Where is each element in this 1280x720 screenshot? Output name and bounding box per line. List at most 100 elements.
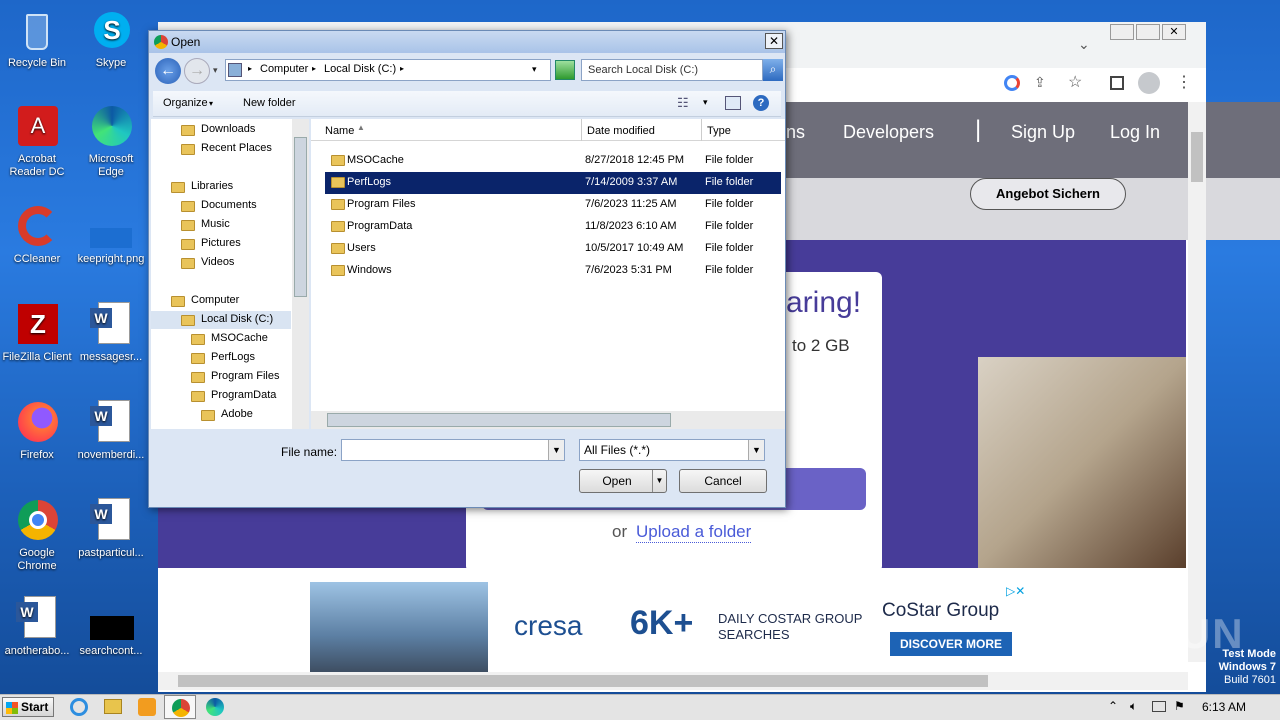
- recent-dropdown-icon[interactable]: ▾: [213, 65, 218, 76]
- forward-arrow-icon[interactable]: →: [184, 58, 210, 84]
- desktop-icon-skype[interactable]: S Skype: [76, 8, 146, 70]
- close-icon[interactable]: ✕: [1162, 24, 1186, 40]
- tab-search-icon[interactable]: ⌄: [1078, 36, 1090, 53]
- view-dropdown-icon[interactable]: ▾: [703, 97, 708, 108]
- profile-avatar[interactable]: [1138, 72, 1160, 94]
- desktop-icon-messages[interactable]: W messagesr...: [76, 302, 146, 364]
- horizontal-scrollbar[interactable]: [158, 672, 1188, 690]
- desktop-icon-anotherabo[interactable]: W anotherabo...: [2, 596, 72, 658]
- address-dropdown-icon[interactable]: ▾: [532, 64, 537, 75]
- nav-item[interactable]: Local Disk (C:): [151, 311, 291, 329]
- nav-item[interactable]: Pictures: [181, 237, 241, 250]
- help-icon[interactable]: ?: [753, 95, 769, 111]
- clock[interactable]: 6:13 AM: [1202, 700, 1246, 714]
- nav-link-developers[interactable]: Developers: [843, 122, 934, 143]
- nav-item[interactable]: PerfLogs: [191, 351, 255, 364]
- file-row[interactable]: Windows 7/6/2023 5:31 PM File folder: [325, 260, 775, 282]
- vertical-scrollbar[interactable]: [1188, 102, 1206, 662]
- refresh-icon[interactable]: [555, 60, 575, 80]
- desktop-icon-recycle-bin[interactable]: Recycle Bin: [2, 8, 72, 70]
- file-row[interactable]: PerfLogs 7/14/2009 3:37 AM File folder: [325, 172, 781, 194]
- nav-item[interactable]: Recent Places: [181, 142, 272, 155]
- navigation-pane[interactable]: Downloads Recent Places Libraries Documents…: [151, 119, 309, 429]
- side-panel-icon[interactable]: [1110, 76, 1124, 90]
- ad-discover-button[interactable]: DISCOVER MORE: [890, 632, 1012, 656]
- minimize-button[interactable]: [1110, 24, 1134, 40]
- cancel-button[interactable]: Cancel: [679, 469, 767, 493]
- desktop-icon-novemberdi[interactable]: W novemberdi...: [76, 400, 146, 462]
- open-button[interactable]: Open ▼: [579, 469, 667, 493]
- bookmark-star-icon[interactable]: ☆: [1068, 72, 1082, 92]
- desktop-icon-edge[interactable]: Microsoft Edge: [76, 104, 146, 179]
- scrollbar-thumb[interactable]: [294, 137, 307, 297]
- nav-item[interactable]: Downloads: [181, 123, 255, 136]
- chevron-down-icon[interactable]: ▼: [548, 440, 564, 460]
- edge-icon[interactable]: [206, 698, 224, 716]
- column-date[interactable]: Date modified: [587, 125, 655, 137]
- dialog-titlebar[interactable]: Open ✕: [149, 31, 785, 53]
- dialog-close-icon[interactable]: ✕: [765, 33, 783, 49]
- nav-item[interactable]: Libraries: [171, 180, 233, 193]
- maximize-button[interactable]: [1136, 24, 1160, 40]
- file-row[interactable]: Program Files 7/6/2023 11:25 AM File folde…: [325, 194, 775, 216]
- menu-kebab-icon[interactable]: ⋮: [1176, 72, 1192, 92]
- view-options-icon[interactable]: ☷: [677, 95, 689, 111]
- new-folder-button[interactable]: New folder: [243, 97, 296, 109]
- file-row[interactable]: ProgramData 11/8/2023 6:10 AM File folder: [325, 216, 775, 238]
- internet-explorer-icon[interactable]: [70, 698, 88, 716]
- nav-item[interactable]: Computer: [171, 294, 239, 307]
- file-hscrollbar[interactable]: [311, 411, 785, 429]
- upload-folder-link[interactable]: Upload a folder: [636, 522, 752, 543]
- desktop-icon-firefox[interactable]: Firefox: [2, 400, 72, 462]
- share-icon[interactable]: ⇪: [1034, 74, 1046, 91]
- nav-item[interactable]: Documents: [181, 199, 257, 212]
- taskbar-chrome-button[interactable]: [164, 695, 196, 719]
- nav-item[interactable]: MSOCache: [191, 332, 268, 345]
- nav-item[interactable]: ProgramData: [191, 389, 276, 402]
- scrollbar-thumb[interactable]: [327, 413, 671, 427]
- chevron-down-icon[interactable]: ▼: [748, 440, 764, 460]
- desktop-icon-pastparticul[interactable]: W pastparticul...: [76, 498, 146, 560]
- column-name[interactable]: Name: [325, 125, 354, 137]
- search-input[interactable]: Search Local Disk (C:): [581, 59, 763, 81]
- file-list[interactable]: Name ▲ Date modified Type MSOCache 8/27/2…: [311, 119, 785, 429]
- back-arrow-icon[interactable]: ←: [155, 58, 181, 84]
- media-player-icon[interactable]: [138, 698, 156, 716]
- search-icon[interactable]: ⌕: [763, 59, 783, 81]
- breadcrumb-local-disk[interactable]: Local Disk (C:): [324, 63, 396, 75]
- nav-scrollbar[interactable]: [292, 119, 309, 429]
- column-type[interactable]: Type: [707, 125, 731, 137]
- nav-link-log-in[interactable]: Log In: [1110, 122, 1160, 143]
- ad-close-icon[interactable]: ▷✕: [1006, 584, 1025, 598]
- desktop-icon-filezilla[interactable]: Z FileZilla Client: [2, 302, 72, 364]
- nav-item[interactable]: Videos: [181, 256, 234, 269]
- action-center-flag-icon[interactable]: ⚑: [1174, 699, 1185, 713]
- file-row[interactable]: MSOCache 8/27/2018 12:45 PM File folder: [325, 150, 775, 172]
- breadcrumb[interactable]: ▸ Computer ▸ Local Disk (C:) ▸ ▾: [225, 59, 551, 81]
- angebot-button[interactable]: Angebot Sichern: [970, 178, 1126, 210]
- file-type-select[interactable]: All Files (*.*) ▼: [579, 439, 765, 461]
- chevron-down-icon[interactable]: ▼: [652, 470, 666, 492]
- file-name-input[interactable]: ▼: [341, 439, 565, 461]
- desktop-icon-keepright[interactable]: keepright.png: [76, 204, 146, 266]
- organize-button[interactable]: Organize: [163, 97, 208, 109]
- preview-pane-icon[interactable]: [725, 96, 741, 110]
- nav-link-sign-up[interactable]: Sign Up: [1011, 122, 1075, 143]
- file-explorer-icon[interactable]: [104, 699, 122, 714]
- google-icon[interactable]: [1004, 75, 1020, 91]
- desktop-icon-chrome[interactable]: Google Chrome: [2, 498, 72, 573]
- nav-item[interactable]: Adobe: [201, 408, 253, 421]
- volume-icon[interactable]: 🔈︎: [1130, 699, 1137, 714]
- desktop-icon-searchcont[interactable]: searchcont...: [76, 596, 146, 658]
- scrollbar-thumb[interactable]: [1191, 132, 1203, 182]
- scrollbar-thumb[interactable]: [178, 675, 988, 687]
- nav-link-plans[interactable]: ns: [786, 122, 805, 143]
- nav-item[interactable]: Program Files: [191, 370, 279, 383]
- desktop-icon-ccleaner[interactable]: CCleaner: [2, 204, 72, 266]
- tray-expand-icon[interactable]: ⌃: [1108, 699, 1118, 713]
- ad-banner[interactable]: cresa 6K+ DAILY COSTAR GROUP SEARCHES Co…: [310, 582, 1040, 674]
- start-button[interactable]: Start: [2, 697, 54, 717]
- desktop-icon-acrobat[interactable]: A Acrobat Reader DC: [2, 104, 72, 179]
- nav-item[interactable]: Music: [181, 218, 230, 231]
- network-icon[interactable]: [1152, 701, 1166, 712]
